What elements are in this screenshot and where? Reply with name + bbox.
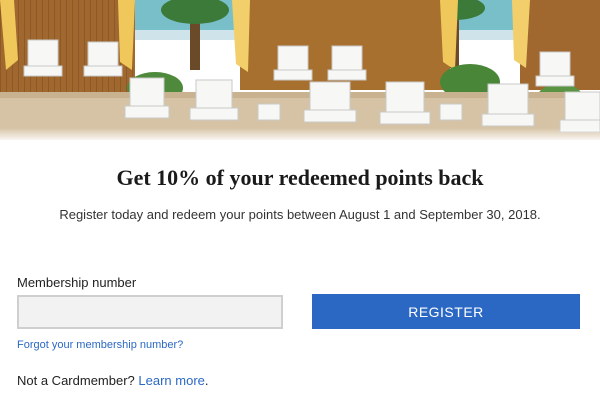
- promo-headline: Get 10% of your redeemed points back: [116, 165, 484, 190]
- not-cardmember-text: Not a Cardmember?: [17, 373, 135, 388]
- membership-number-input[interactable]: [17, 295, 283, 329]
- promo-subtext: Register today and redeem your points be…: [59, 207, 541, 222]
- hero-fade: [0, 128, 600, 140]
- period: .: [204, 373, 209, 388]
- forgot-membership-link[interactable]: Forgot your membership number?: [17, 339, 183, 351]
- register-button[interactable]: REGISTER: [312, 294, 580, 329]
- membership-label: Membership number: [17, 275, 137, 290]
- not-cardmember-line: Not a Cardmember? Learn more.: [17, 373, 209, 388]
- hero-image: [0, 0, 600, 140]
- learn-more-link[interactable]: Learn more: [138, 373, 204, 388]
